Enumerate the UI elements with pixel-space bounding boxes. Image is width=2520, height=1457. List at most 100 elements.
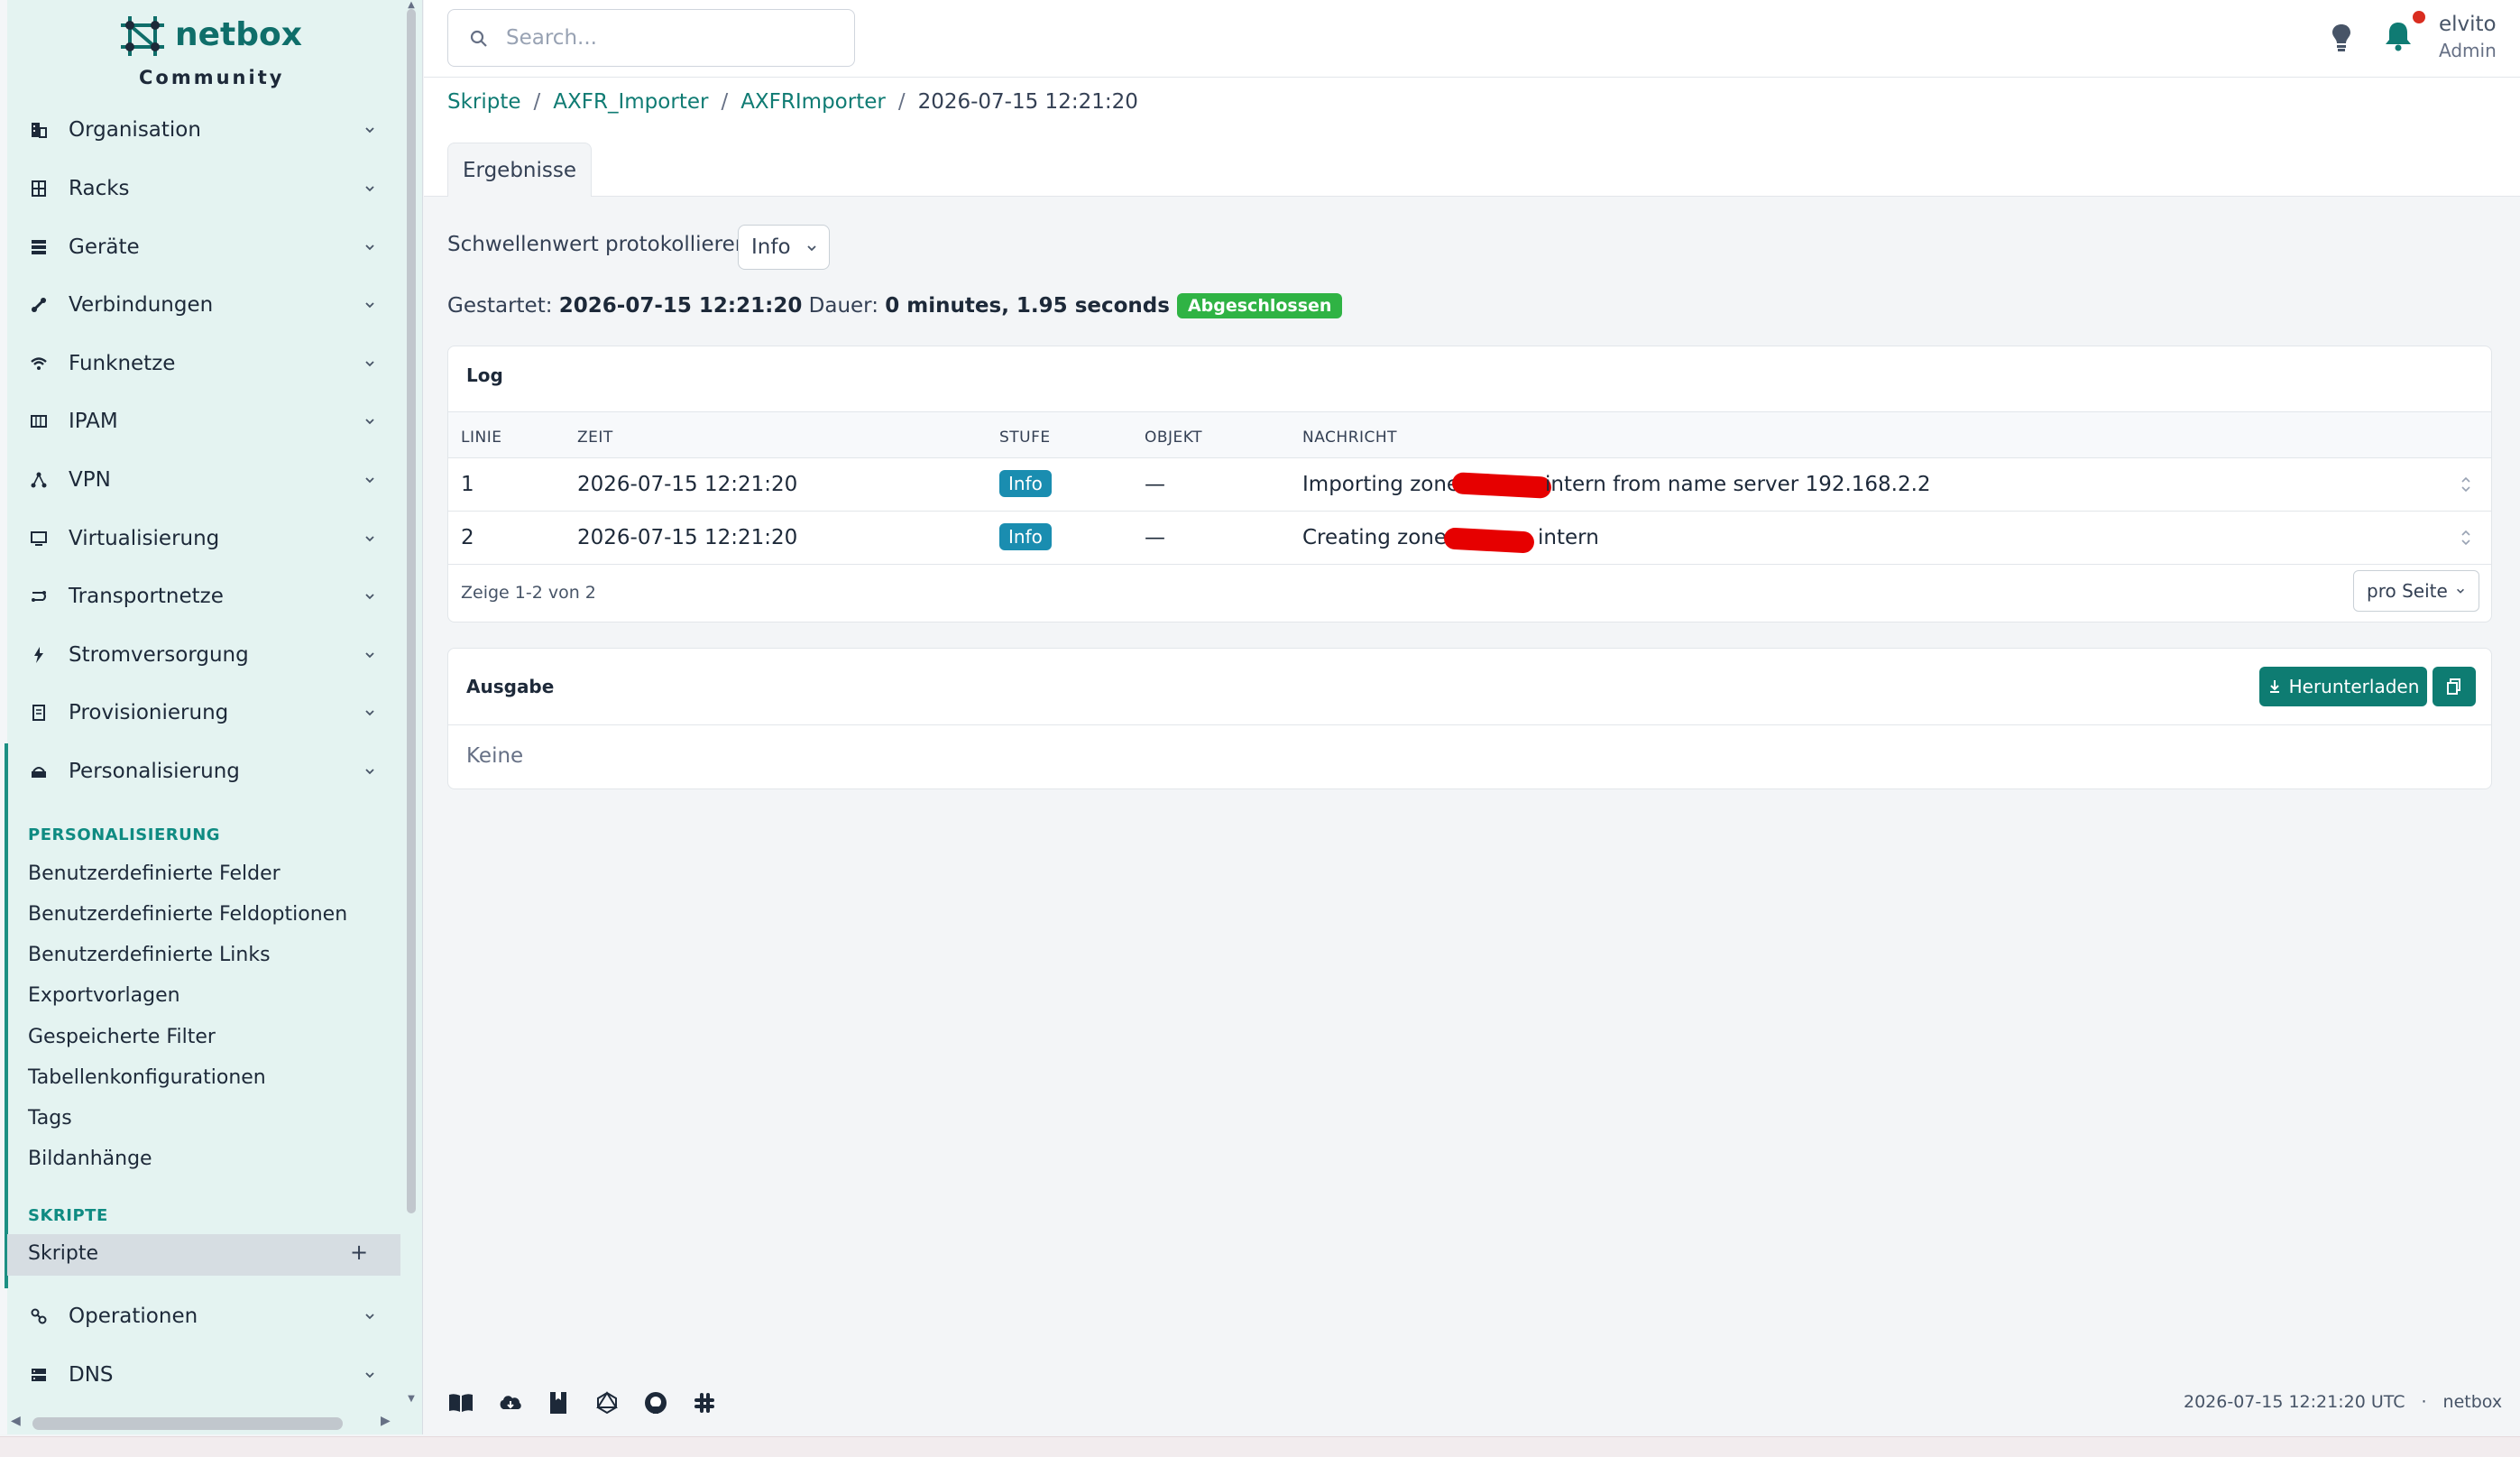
tab-ergebnisse[interactable]: Ergebnisse — [447, 143, 592, 197]
sidebar-item-label: Personalisierung — [69, 760, 240, 783]
sidebar-item-virtualisierung[interactable]: Virtualisierung — [0, 513, 395, 564]
monitor-icon — [28, 528, 50, 549]
download-button[interactable]: Herunterladen — [2259, 667, 2427, 706]
copy-icon — [2447, 678, 2460, 695]
breadcrumb-script[interactable]: AXFRImporter — [740, 90, 886, 114]
sidebar: netbox Community Organisation Racks Gerä… — [0, 0, 423, 1434]
sidebar-item-geraete[interactable]: Geräte — [0, 222, 395, 272]
cell-object: — — [1145, 473, 1165, 496]
scroll-up-arrow[interactable]: ▲ — [405, 0, 418, 10]
started-value: 2026-07-15 12:21:20 — [558, 294, 803, 318]
sidebar-item-verbindungen[interactable]: Verbindungen — [0, 280, 395, 330]
chevron-down-icon — [807, 245, 816, 252]
scroll-left-arrow[interactable]: ◀ — [11, 1414, 21, 1428]
submenu-heading-skripte: SKRIPTE — [28, 1206, 108, 1225]
sidebar-item-label: Organisation — [69, 118, 201, 142]
sidebar-item-organisation[interactable]: Organisation — [0, 105, 395, 155]
add-script-icon[interactable]: + — [350, 1240, 368, 1265]
sidebar-item-personalisierung[interactable]: Personalisierung — [0, 746, 395, 797]
sidebar-item-racks[interactable]: Racks — [0, 163, 395, 214]
started-label: Gestartet: — [447, 294, 553, 318]
redaction-mark — [1443, 527, 1535, 554]
footer-brand: netbox — [2442, 1392, 2503, 1412]
vpn-icon — [28, 469, 50, 491]
sidebar-item-ipam[interactable]: IPAM — [0, 396, 395, 447]
cell-message-start: Importing zone — [1302, 473, 1460, 496]
sidebar-horizontal-scrollbar[interactable] — [32, 1417, 343, 1430]
graphql-icon[interactable] — [593, 1389, 621, 1416]
table-row: 2 2026-07-15 12:21:20 Info — Creating zo… — [448, 512, 2491, 565]
cell-line: 1 — [461, 473, 474, 496]
lightbulb-icon[interactable] — [2329, 22, 2354, 52]
dns-icon — [28, 1364, 50, 1386]
bookmark-book-icon[interactable] — [545, 1389, 572, 1416]
submenu-item-saved-filters[interactable]: Gespeicherte Filter — [28, 1026, 216, 1048]
cell-object: — — [1145, 526, 1165, 549]
sidebar-item-label: Racks — [69, 177, 130, 200]
submenu-item-image-attachments[interactable]: Bildanhänge — [28, 1148, 152, 1170]
breadcrumb-module[interactable]: AXFR_Importer — [553, 90, 708, 114]
per-page-select[interactable]: pro Seite — [2353, 570, 2479, 612]
chevron-down-icon — [365, 186, 374, 192]
cell-message-end: intern — [1538, 526, 1599, 549]
level-badge: Info — [999, 523, 1052, 550]
netbox-logo[interactable]: netbox Community — [117, 11, 302, 90]
level-badge: Info — [999, 470, 1052, 497]
submenu-item-custom-links[interactable]: Benutzerdefinierte Links — [28, 944, 271, 966]
counter-icon — [28, 410, 50, 432]
submenu-heading-personalisierung: PERSONALISIERUNG — [28, 825, 221, 844]
bell-icon[interactable] — [2383, 20, 2414, 52]
status-badge: Abgeschlossen — [1176, 293, 1343, 318]
sidebar-item-operationen[interactable]: Operationen — [0, 1291, 395, 1342]
log-threshold-select[interactable]: Info — [738, 225, 830, 270]
brand-edition: Community — [139, 67, 285, 88]
user-name[interactable]: elvito — [2439, 13, 2497, 36]
submenu-item-custom-field-choices[interactable]: Benutzerdefinierte Feldoptionen — [28, 903, 347, 926]
sidebar-item-funknetze[interactable]: Funknetze — [0, 338, 395, 389]
sidebar-item-vpn[interactable]: VPN — [0, 455, 395, 505]
copy-button[interactable] — [2433, 667, 2476, 706]
chevron-down-icon — [365, 710, 374, 716]
search-icon — [470, 30, 487, 47]
search-box[interactable] — [447, 9, 855, 67]
scroll-down-arrow[interactable]: ▼ — [405, 1394, 418, 1405]
breadcrumb-current: 2026-07-15 12:21:20 — [917, 90, 1138, 114]
sort-icon[interactable] — [2460, 526, 2472, 549]
scroll-right-arrow[interactable]: ▶ — [381, 1414, 391, 1428]
search-input[interactable] — [504, 23, 829, 53]
submenu-item-skripte[interactable]: Skripte — [28, 1242, 98, 1265]
submenu-item-table-configs[interactable]: Tabellenkonfigurationen — [28, 1066, 266, 1089]
log-card-title: Log — [466, 364, 503, 386]
customization-icon — [28, 761, 50, 782]
chevron-down-icon — [365, 302, 374, 309]
chevron-down-icon — [365, 477, 374, 484]
output-card-title: Ausgabe — [466, 676, 555, 697]
footer-timestamp: 2026-07-15 12:21:20 UTC — [2184, 1392, 2405, 1412]
sidebar-item-label: Transportnetze — [69, 585, 224, 608]
cloud-download-icon[interactable] — [496, 1389, 523, 1416]
submenu-item-tags[interactable]: Tags — [28, 1107, 72, 1130]
submenu-item-export-templates[interactable]: Exportvorlagen — [28, 984, 180, 1007]
sidebar-item-transportnetze[interactable]: Transportnetze — [0, 571, 395, 622]
breadcrumb-separator: / — [533, 90, 541, 114]
book-icon[interactable] — [447, 1389, 474, 1416]
sidebar-item-label: DNS — [69, 1363, 114, 1387]
cell-time: 2026-07-15 12:21:20 — [577, 526, 798, 549]
table-row: 1 2026-07-15 12:21:20 Info — Importing z… — [448, 458, 2491, 512]
column-header-message: NACHRICHT — [1302, 429, 1398, 447]
cell-message-end: intern from name server 192.168.2.2 — [1545, 473, 1931, 496]
download-icon — [2269, 680, 2279, 693]
submenu-item-custom-fields[interactable]: Benutzerdefinierte Felder — [28, 862, 281, 885]
sidebar-item-dns[interactable]: DNS — [0, 1350, 395, 1400]
sidebar-vertical-scrollbar[interactable] — [407, 9, 416, 1213]
chevron-down-icon — [365, 244, 374, 251]
breadcrumb-skripte[interactable]: Skripte — [447, 90, 521, 114]
chevron-down-icon — [365, 419, 374, 425]
sort-icon[interactable] — [2460, 473, 2472, 496]
sidebar-item-stromversorgung[interactable]: Stromversorgung — [0, 630, 395, 680]
chevron-down-icon — [365, 127, 374, 134]
slack-icon[interactable] — [691, 1389, 718, 1416]
sidebar-item-provisionierung[interactable]: Provisionierung — [0, 687, 395, 738]
github-icon[interactable] — [642, 1389, 669, 1416]
log-table-header: LINIE ZEIT STUFE OBJEKT NACHRICHT — [448, 411, 2491, 458]
